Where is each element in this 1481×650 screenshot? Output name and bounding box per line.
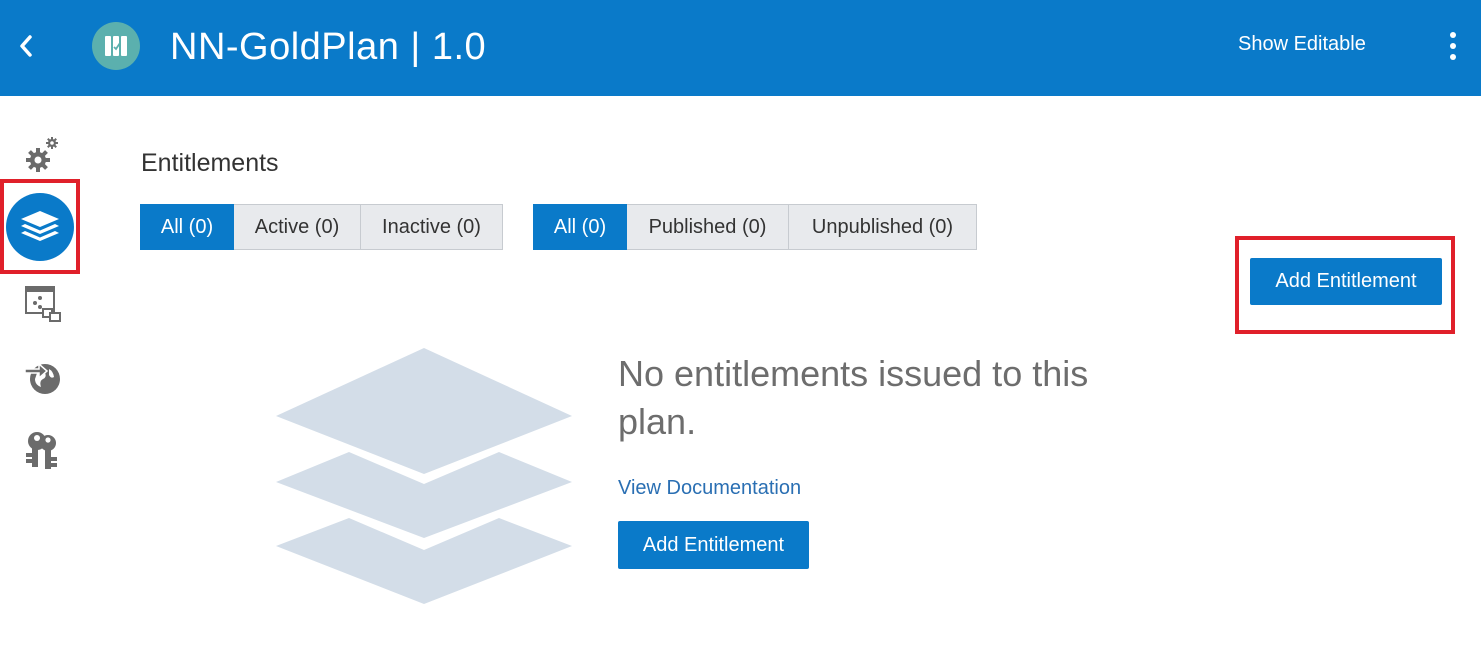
publish-filter-group: All (0) Published (0) Unpublished (0) — [533, 204, 977, 250]
keys-icon — [26, 432, 57, 469]
chevron-left-icon — [20, 35, 32, 57]
section-title: Entitlements — [141, 149, 279, 177]
layers-icon — [21, 211, 59, 241]
status-filter-group: All (0) Active (0) Inactive (0) — [140, 204, 503, 250]
gears-icon — [26, 137, 58, 172]
sidebar-item-services[interactable] — [22, 284, 64, 324]
empty-state-add-entitlement-button[interactable]: Add Entitlement — [618, 521, 809, 569]
sidebar-item-keys[interactable] — [22, 428, 62, 472]
filter-status-inactive[interactable]: Inactive (0) — [361, 204, 503, 250]
plan-logo — [92, 22, 140, 70]
sidebar-item-entitlements[interactable] — [6, 193, 74, 261]
kebab-menu-icon — [1450, 32, 1456, 60]
app-header: NN-GoldPlan | 1.0 Show Editable — [0, 0, 1481, 96]
view-documentation-link[interactable]: View Documentation — [618, 475, 801, 501]
show-editable-link[interactable]: Show Editable — [1238, 31, 1366, 57]
filter-publish-all[interactable]: All (0) — [533, 204, 627, 250]
filter-unpublished[interactable]: Unpublished (0) — [789, 204, 977, 250]
page-title: NN-GoldPlan | 1.0 — [170, 26, 487, 68]
empty-state-illustration — [274, 346, 574, 611]
back-button[interactable] — [14, 30, 38, 62]
filter-published[interactable]: Published (0) — [627, 204, 789, 250]
empty-state-message: No entitlements issued to this plan. — [618, 353, 1089, 442]
globe-arrow-icon — [24, 362, 60, 394]
service-link-icon — [25, 286, 61, 322]
add-entitlement-button[interactable]: Add Entitlement — [1250, 258, 1442, 305]
filter-status-active[interactable]: Active (0) — [234, 204, 361, 250]
sidebar-item-settings[interactable] — [20, 132, 64, 176]
more-menu-button[interactable] — [1442, 28, 1464, 64]
stacked-layers-icon — [276, 348, 572, 604]
sidebar-item-global[interactable] — [22, 356, 64, 398]
plan-logo-icon — [105, 36, 127, 56]
filter-status-all[interactable]: All (0) — [140, 204, 234, 250]
